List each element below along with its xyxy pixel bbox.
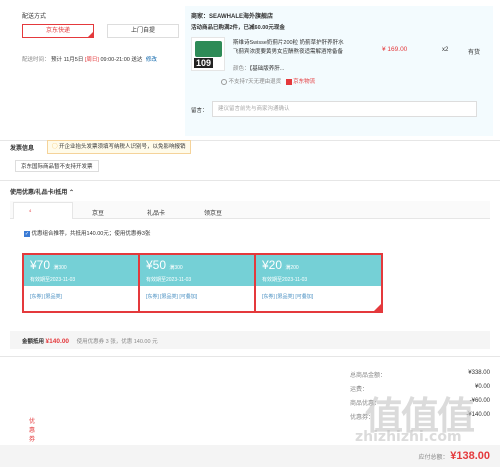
summary-detail: 使用优惠券 3 张，优惠 140.00 元 [76, 339, 158, 345]
coupon-expiry: 有效期至2023-11-03 [262, 277, 308, 283]
note-label: 留言： [191, 108, 208, 114]
coupon-tag: [东券] [262, 294, 275, 300]
stock-status: 有货 [468, 50, 481, 56]
payable-total: 应付总额： ¥138.00 [419, 450, 490, 462]
modify-time-link[interactable]: 修改 [146, 57, 157, 63]
delivery-section-label: 配送方式 [22, 14, 47, 20]
recommend-checkbox[interactable]: ✓ [24, 230, 30, 237]
tab-coupons-active-bg [13, 202, 73, 219]
order-note-input[interactable]: 建议留言前先与商家沟通确认 [212, 101, 477, 117]
product-color: 颜色：【基础版养肝... [233, 64, 284, 72]
divider [0, 356, 500, 357]
promo-text: 活动商品已购满2件，已减60.00元现金 [191, 25, 285, 31]
invoice-tip-text: 开企业抬头发票须填写纳税人识别号，以免影响报销 [59, 144, 186, 150]
invoice-label: 发票信息 [10, 146, 35, 152]
coupon-tabs [10, 201, 490, 219]
coupon-card[interactable]: ¥70 满300 有效期至2023-11-03 [东券] [限品类] [22, 253, 151, 313]
coupon-tag: [东券] [146, 294, 159, 300]
divider [0, 180, 500, 181]
logistics-label: 京东物流 [293, 79, 316, 85]
coupon-tag: [限品类] [44, 294, 62, 300]
coupon-condition: 满200 [285, 265, 299, 271]
coupon-expiry: 有效期至2023-11-03 [146, 277, 192, 283]
coupons-header-text: 使用优惠/礼品卡/抵用 [10, 190, 68, 196]
coupon-condition: 满300 [169, 265, 183, 271]
delivery-time-prefix: 配送时间： [22, 57, 50, 63]
coupon-amount: ¥70 [30, 258, 51, 272]
tab-coupons-badge: 4 [29, 208, 32, 213]
delivery-time-date: 预计 11月5日 [51, 57, 84, 63]
product-title[interactable]: 斯维诗Swisse奶蓟片200粒 奶蓟草护肝养肝水 飞蓟宾浓度要黄男女应酬熬夜适… [233, 39, 358, 57]
chevron-up-icon: ⌃ [69, 190, 75, 196]
coupon-recommend[interactable]: ✓ 优惠组合推荐，共抵用140.00元；使用优惠券3张 [24, 229, 150, 237]
coupon-amount: ¥50 [146, 258, 167, 272]
color-label: 颜色： [233, 66, 250, 72]
coupon-expiry: 有效期至2023-11-03 [30, 277, 76, 283]
summary-label: 金额抵用 [22, 339, 45, 345]
coupon-amount: ¥20 [262, 258, 283, 272]
delivery-panel: 配送方式 京东快递 上门自提 配送时间： 预计 11月5日 [周日] 09:00… [10, 6, 185, 136]
coupon-tag: [限品类] [276, 294, 294, 300]
return-policy: 不支持7天无理由退货 京东物流 [221, 77, 315, 85]
delivery-time-range: 09:00-21:00 送达 [100, 57, 143, 63]
merchant-name[interactable]: 商家：SEAWHALE海外旗舰店 [191, 11, 273, 20]
coupon-tag: [限品类] [160, 294, 178, 300]
tab-get-beans[interactable]: 领京豆 [204, 208, 222, 217]
coupon-tag: [可叠加] [179, 294, 198, 300]
no-return-note: 不支持7天无理由退货 [228, 79, 282, 85]
payable-value: ¥138.00 [450, 450, 490, 462]
tab-coupons[interactable]: 优惠券 4 [29, 208, 35, 443]
summary-row-value: ¥0.00 [474, 384, 490, 390]
product-title-line2: 飞蓟宾浓度要黄男女应酬熬夜适需解酒常备备 [233, 49, 344, 55]
recommend-text: 优惠组合推荐，共抵用140.00元；使用优惠券3张 [31, 231, 151, 237]
product-image-badge: 109 [194, 58, 214, 68]
product-image[interactable]: 109 [191, 37, 225, 71]
summary-row-label: 总商品金额： [350, 373, 387, 379]
invoice-note: 京东国际商品暂不支持开发票 [15, 160, 99, 172]
coupon-tag: [东券] [30, 294, 43, 300]
delivery-weekday: [周日] [84, 57, 99, 63]
invoice-tip: ◯ 开企业抬头发票须填写纳税人识别号，以免影响报销 [47, 140, 191, 154]
no-return-icon [221, 78, 227, 85]
tab-coupons-label: 优惠券 [29, 419, 36, 443]
summary-row-value: ¥338.00 [468, 370, 490, 376]
product-price: ¥ 169.00 [382, 46, 408, 53]
tab-jd-beans[interactable]: 京豆 [92, 208, 104, 217]
lightbulb-icon: ◯ [52, 144, 58, 150]
jd-logistics-icon [285, 78, 292, 85]
coupon-condition: 满300 [53, 265, 67, 271]
payable-label: 应付总额： [418, 455, 449, 461]
watermark-url: zhizhizhi.com [355, 429, 462, 445]
self-pickup-button[interactable]: 上门自提 [107, 24, 179, 38]
coupons-header[interactable]: 使用优惠/礼品卡/抵用 ⌃ [10, 187, 74, 196]
summary-amount: ¥140.00 [45, 338, 70, 345]
coupon-summary: 金额抵用 ¥140.00 使用优惠券 3 张，优惠 140.00 元 [22, 337, 158, 345]
coupon-card[interactable]: ¥50 满300 有效期至2023-11-03 [东券] [限品类] [可叠加] [138, 253, 267, 313]
order-item-panel: 商家：SEAWHALE海外旗舰店 活动商品已购满2件，已减60.00元现金 10… [185, 6, 493, 136]
summary-row-total: 总商品金额： ¥338.00 [350, 370, 490, 379]
color-value: 【基础版养肝... [249, 66, 285, 72]
coupon-card[interactable]: ¥20 满200 有效期至2023-11-03 [东券] [限品类] [可叠加] [254, 253, 383, 313]
express-delivery-button[interactable]: 京东快递 [22, 24, 94, 38]
product-quantity: x2 [442, 47, 449, 53]
tab-gift-card[interactable]: 礼品卡 [147, 208, 165, 217]
product-title-line1: 斯维诗Swisse奶蓟片200粒 奶蓟草护肝养肝水 [233, 40, 344, 46]
coupon-tag: [可叠加] [295, 294, 314, 300]
product-bottle-icon [195, 41, 222, 57]
delivery-time: 配送时间： 预计 11月5日 [周日] 09:00-21:00 送达 修改 [22, 55, 157, 63]
